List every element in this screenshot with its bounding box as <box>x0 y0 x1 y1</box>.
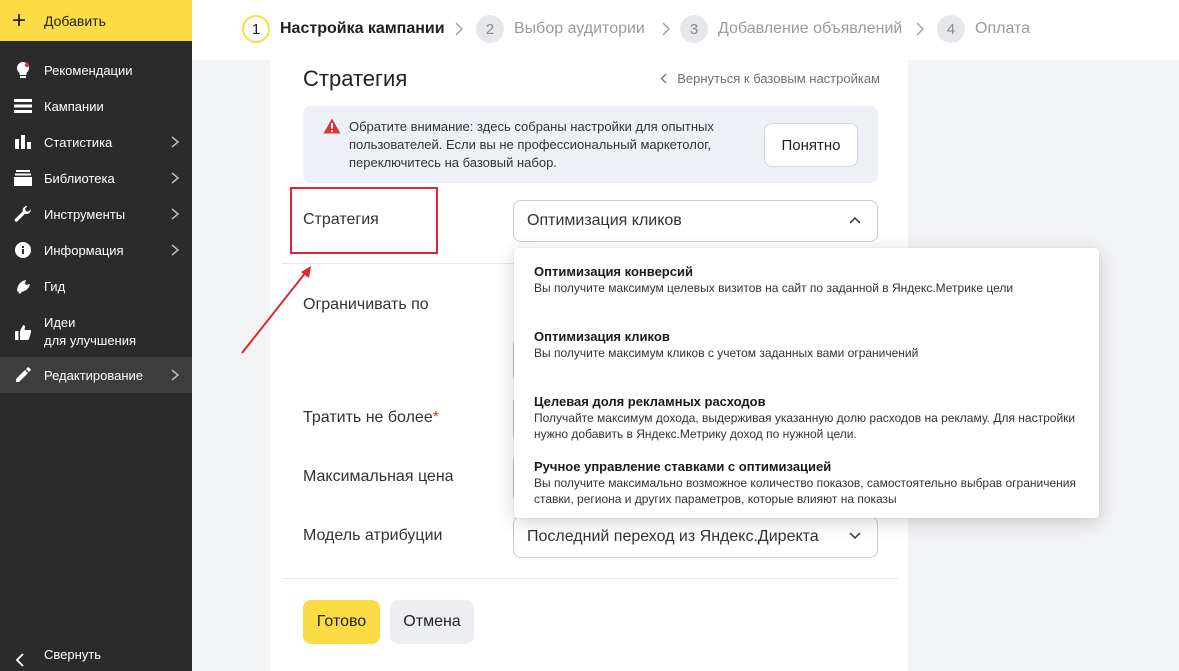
guide-icon <box>12 277 34 295</box>
chevron-right-icon <box>916 22 924 36</box>
strategy-dropdown-menu: Оптимизация конверсий Вы получите максим… <box>514 248 1099 518</box>
sidebar-item-label: Инструменты <box>44 206 126 222</box>
sidebar-item-label: Редактирование <box>44 367 144 383</box>
attribution-select[interactable]: Последний переход из Яндекс.Директа <box>513 516 878 558</box>
chevron-right-icon <box>171 208 180 220</box>
thumbs-up-icon <box>12 323 34 341</box>
strategy-select-value: Оптимизация кликов <box>527 212 682 229</box>
sidebar-item-library[interactable]: Библиотека <box>0 160 192 196</box>
understood-button[interactable]: Понятно <box>764 123 858 167</box>
option-description: Получайте максимум дохода, выдерживая ук… <box>534 411 1076 441</box>
advanced-notice: Обратите внимание: здесь собраны настрой… <box>303 106 878 183</box>
option-title: Целевая доля рекламных расходов <box>534 394 766 409</box>
step-label: Добавление объявлений <box>718 20 903 37</box>
step-number: 4 <box>937 15 965 43</box>
sidebar-item-label: Рекомендации <box>44 62 133 78</box>
collapse-sidebar-button[interactable]: Свернуть <box>0 642 192 671</box>
sidebar: + Добавить Рекомендации Кампании Статист… <box>0 0 192 671</box>
back-to-basic-link[interactable]: Вернуться к базовым настройкам <box>660 71 880 86</box>
option-description: Вы получите максимум кликов с учетом зад… <box>534 346 919 360</box>
chevron-right-icon <box>171 172 180 184</box>
required-marker: * <box>432 409 439 426</box>
sidebar-item-ideas[interactable]: Идеи для улучшения <box>0 312 192 352</box>
sidebar-item-statistics[interactable]: Статистика <box>0 124 192 160</box>
attribution-label: Модель атрибуции <box>303 527 443 544</box>
done-button[interactable]: Готово <box>303 600 380 644</box>
annotation-highlight-box <box>290 187 438 254</box>
step-payment[interactable]: 4 Оплата <box>937 15 1030 43</box>
dropdown-option-target-share[interactable]: Целевая доля рекламных расходов Получайт… <box>534 394 1090 442</box>
sidebar-item-label: Кампании <box>44 98 104 114</box>
step-label: Настройка кампании <box>280 20 445 37</box>
chevron-left-icon <box>15 653 24 667</box>
chevron-right-icon <box>171 369 180 381</box>
chevron-up-icon <box>849 216 861 224</box>
dropdown-option-manual-bids[interactable]: Ручное управление ставками с оптимизацие… <box>534 459 1090 507</box>
chevron-right-icon <box>171 136 180 148</box>
add-button-label: Добавить <box>44 12 106 29</box>
cancel-button[interactable]: Отмена <box>390 600 474 644</box>
option-title: Ручное управление ставками с оптимизацие… <box>534 459 832 474</box>
chevron-left-icon <box>660 73 667 84</box>
step-number: 2 <box>476 15 504 43</box>
divider <box>282 578 898 579</box>
sidebar-item-label: Библиотека <box>44 170 115 186</box>
chevron-right-icon <box>171 244 180 256</box>
sidebar-item-label: Гид <box>44 278 66 294</box>
option-description: Вы получите максимум целевых визитов на … <box>534 281 1014 295</box>
step-audience[interactable]: 2 Выбор аудитории <box>476 15 645 43</box>
step-ads[interactable]: 3 Добавление объявлений <box>680 15 902 43</box>
chevron-right-icon <box>662 22 670 36</box>
sidebar-item-recommendations[interactable]: Рекомендации <box>0 52 192 88</box>
back-link-label: Вернуться к базовым настройкам <box>677 71 880 86</box>
sidebar-item-guide[interactable]: Гид <box>0 268 192 304</box>
sidebar-item-editing[interactable]: Редактирование <box>0 357 192 393</box>
pencil-icon <box>12 366 34 384</box>
sidebar-item-label: Статистика <box>44 134 113 150</box>
sidebar-item-info[interactable]: Информация <box>0 232 192 268</box>
list-icon <box>12 97 34 115</box>
step-campaign-setup[interactable]: 1 Настройка кампании <box>242 15 445 43</box>
step-number: 3 <box>680 15 708 43</box>
step-number: 1 <box>242 15 270 43</box>
collapse-label: Свернуть <box>44 646 102 662</box>
max-price-label: Максимальная цена <box>303 468 454 485</box>
bar-chart-icon <box>12 133 34 151</box>
page-title: Стратегия <box>303 66 408 91</box>
attribution-select-value: Последний переход из Яндекс.Директа <box>527 528 819 545</box>
option-title: Оптимизация конверсий <box>534 264 693 279</box>
dropdown-option-conversions[interactable]: Оптимизация конверсий Вы получите максим… <box>534 264 1090 296</box>
limit-by-label: Ограничивать по <box>303 296 429 313</box>
lightbulb-icon <box>12 61 34 79</box>
step-label: Выбор аудитории <box>514 20 645 37</box>
steps-bar: 1 Настройка кампании 2 Выбор аудитории 3… <box>192 0 1179 60</box>
step-label: Оплата <box>975 20 1031 37</box>
sidebar-item-label: Идеи для улучшения <box>44 315 137 348</box>
annotation-arrow-icon <box>241 266 311 354</box>
info-icon <box>12 241 34 259</box>
wrench-icon <box>12 205 34 223</box>
sidebar-item-tools[interactable]: Инструменты <box>0 196 192 232</box>
spend-limit-label: Тратить не более* <box>303 409 439 426</box>
plus-icon: + <box>12 6 27 34</box>
add-button[interactable]: + Добавить <box>0 0 192 41</box>
strategy-select[interactable]: Оптимизация кликов <box>513 200 878 242</box>
chevron-down-icon <box>849 532 861 540</box>
option-title: Оптимизация кликов <box>534 329 670 344</box>
option-description: Вы получите максимально возможное количе… <box>534 476 1076 506</box>
chevron-right-icon <box>455 22 463 36</box>
notice-text: Обратите внимание: здесь собраны настрой… <box>349 119 714 170</box>
warning-icon <box>323 118 341 134</box>
dropdown-option-clicks[interactable]: Оптимизация кликов Вы получите максимум … <box>534 329 1090 361</box>
library-icon <box>12 169 34 187</box>
sidebar-item-label: Информация <box>44 242 124 258</box>
sidebar-item-campaigns[interactable]: Кампании <box>0 88 192 124</box>
